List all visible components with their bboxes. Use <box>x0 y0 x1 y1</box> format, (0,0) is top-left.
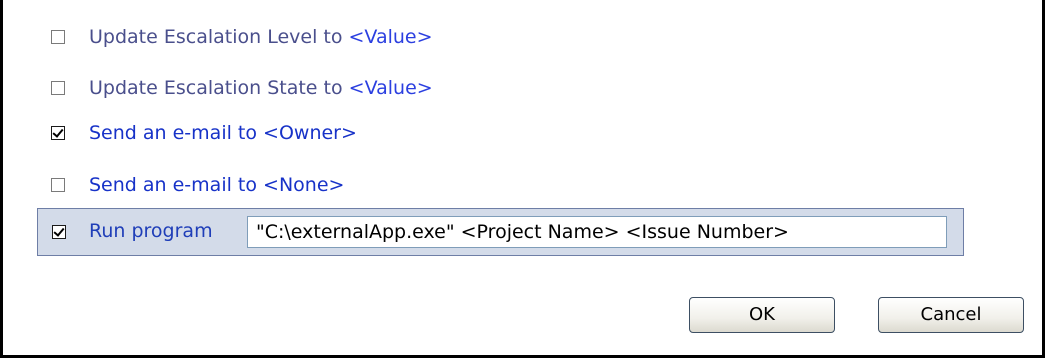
escalation-state-checkbox[interactable] <box>51 81 65 95</box>
escalation-level-value-link[interactable]: <Value> <box>349 26 433 48</box>
send-email-owner-checkbox[interactable] <box>51 126 65 140</box>
cancel-button[interactable]: Cancel <box>878 297 1024 333</box>
ok-button[interactable]: OK <box>689 297 835 333</box>
option-update-escalation-level[interactable]: Update Escalation Level to <Value> <box>51 24 433 50</box>
run-program-label[interactable]: Run program <box>89 220 213 242</box>
run-program-checkbox[interactable] <box>52 225 66 239</box>
option-send-email-none[interactable]: Send an e-mail to <None> <box>51 172 344 198</box>
run-program-row: Run program <box>37 208 964 256</box>
escalation-level-label[interactable]: Update Escalation Level to <Value> <box>89 26 433 48</box>
escalation-level-label-text: Update Escalation Level to <box>89 26 349 48</box>
run-program-command-input[interactable] <box>247 216 947 248</box>
send-email-none-label[interactable]: Send an e-mail to <None> <box>89 174 344 196</box>
send-email-owner-label[interactable]: Send an e-mail to <Owner> <box>89 122 357 144</box>
option-send-email-owner[interactable]: Send an e-mail to <Owner> <box>51 120 357 146</box>
escalation-level-checkbox[interactable] <box>51 30 65 44</box>
escalation-state-label[interactable]: Update Escalation State to <Value> <box>89 77 433 99</box>
dialog-frame: Update Escalation Level to <Value> Updat… <box>0 0 1045 358</box>
option-update-escalation-state[interactable]: Update Escalation State to <Value> <box>51 75 433 101</box>
escalation-state-value-link[interactable]: <Value> <box>349 77 433 99</box>
send-email-none-checkbox[interactable] <box>51 178 65 192</box>
escalation-state-label-text: Update Escalation State to <box>89 77 349 99</box>
